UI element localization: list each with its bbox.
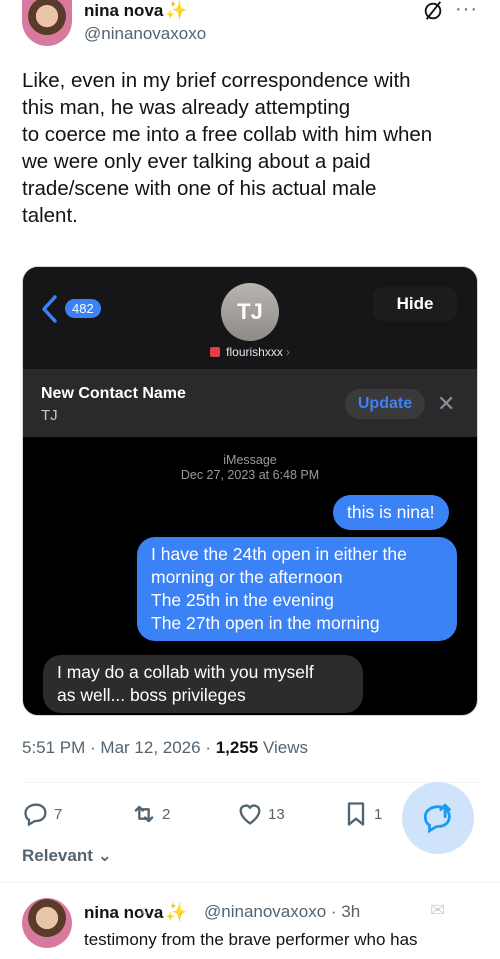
divider <box>0 882 500 883</box>
post-time: 5:51 PM · Mar 12, 2026 · <box>22 738 216 757</box>
repost-icon <box>134 805 154 823</box>
sort-relevant-dropdown[interactable]: Relevant ⌄ <box>22 846 112 866</box>
like-count: 13 <box>268 805 285 823</box>
contact-handle-row: flourishxxx › <box>23 345 477 359</box>
author-name-row[interactable]: nina nova ✨ <box>84 0 188 21</box>
reply-author-handle[interactable]: @ninanovaxoxo · 3h <box>204 902 360 922</box>
reply-author-name-text: nina nova <box>84 903 164 922</box>
share-icon <box>423 803 451 834</box>
grok-icon[interactable] <box>422 0 444 22</box>
contact-avatar: TJ <box>221 283 279 341</box>
bookmark-button[interactable]: 1 <box>342 800 382 828</box>
update-button: Update <box>345 389 425 419</box>
sparkle-emoji: ✨ <box>165 0 188 20</box>
reply-author-avatar[interactable] <box>22 898 72 948</box>
views-label: Views <box>258 738 309 757</box>
author-avatar[interactable] <box>22 0 72 46</box>
reply-count: 7 <box>54 805 63 823</box>
repost-button[interactable]: 2 <box>130 800 170 828</box>
sort-label: Relevant <box>22 846 93 865</box>
message-timestamp: Dec 27, 2023 at 6:48 PM <box>180 468 320 482</box>
compose-reply-fab[interactable] <box>402 782 474 854</box>
message-meta: iMessage Dec 27, 2023 at 6:48 PM <box>23 453 477 483</box>
message-bubble-sent: I have the 24th open in either the morni… <box>137 537 457 641</box>
sparkle-emoji: ✨ <box>165 902 188 922</box>
views-count: 1,255 <box>215 738 259 757</box>
back-chevron-icon <box>42 295 57 323</box>
close-icon: ✕ <box>437 391 456 416</box>
heart-icon <box>239 804 261 825</box>
reply-author-name[interactable]: nina nova ✨ <box>84 902 188 923</box>
attached-image[interactable]: 482 TJ flourishxxx › Hide New Contact Nam… <box>22 266 478 716</box>
new-contact-banner: New Contact Name TJ Update ✕ <box>23 369 477 437</box>
message-bubble-sent: this is nina! <box>333 495 449 530</box>
like-button[interactable]: 13 <box>236 800 285 828</box>
unread-badge: 482 <box>65 299 101 318</box>
contact-app-icon <box>210 347 221 357</box>
chevron-down-icon: ⌄ <box>92 846 112 865</box>
author-handle[interactable]: @ninanovaxoxo <box>84 24 206 44</box>
repost-count: 2 <box>162 805 171 823</box>
new-contact-title: New Contact Name <box>41 385 186 402</box>
new-contact-subtitle: TJ <box>41 407 58 424</box>
more-options-icon[interactable]: ··· <box>455 0 478 21</box>
bookmark-icon <box>347 802 365 826</box>
mail-icon[interactable]: ✉ <box>430 900 445 921</box>
bookmark-count: 1 <box>374 805 383 823</box>
reply-text: testimony from the brave performer who h… <box>84 930 418 949</box>
tweet-text: Like, even in my brief correspondence wi… <box>22 69 433 227</box>
search-icon[interactable]: ⌕ <box>140 900 150 921</box>
author-name[interactable]: nina nova <box>84 1 163 20</box>
contact-handle: flourishxxx <box>226 345 283 359</box>
post-timestamp: 5:51 PM · Mar 12, 2026 · 1,255 Views <box>22 738 308 758</box>
reply-icon <box>24 803 47 827</box>
service-label: iMessage <box>223 453 277 467</box>
hide-button: Hide <box>373 287 457 321</box>
message-bubble-received: I may do a collab with you myself as wel… <box>43 655 363 713</box>
reply-button[interactable]: 7 <box>22 800 62 828</box>
divider <box>22 782 478 783</box>
chevron-right-icon: › <box>285 345 290 359</box>
